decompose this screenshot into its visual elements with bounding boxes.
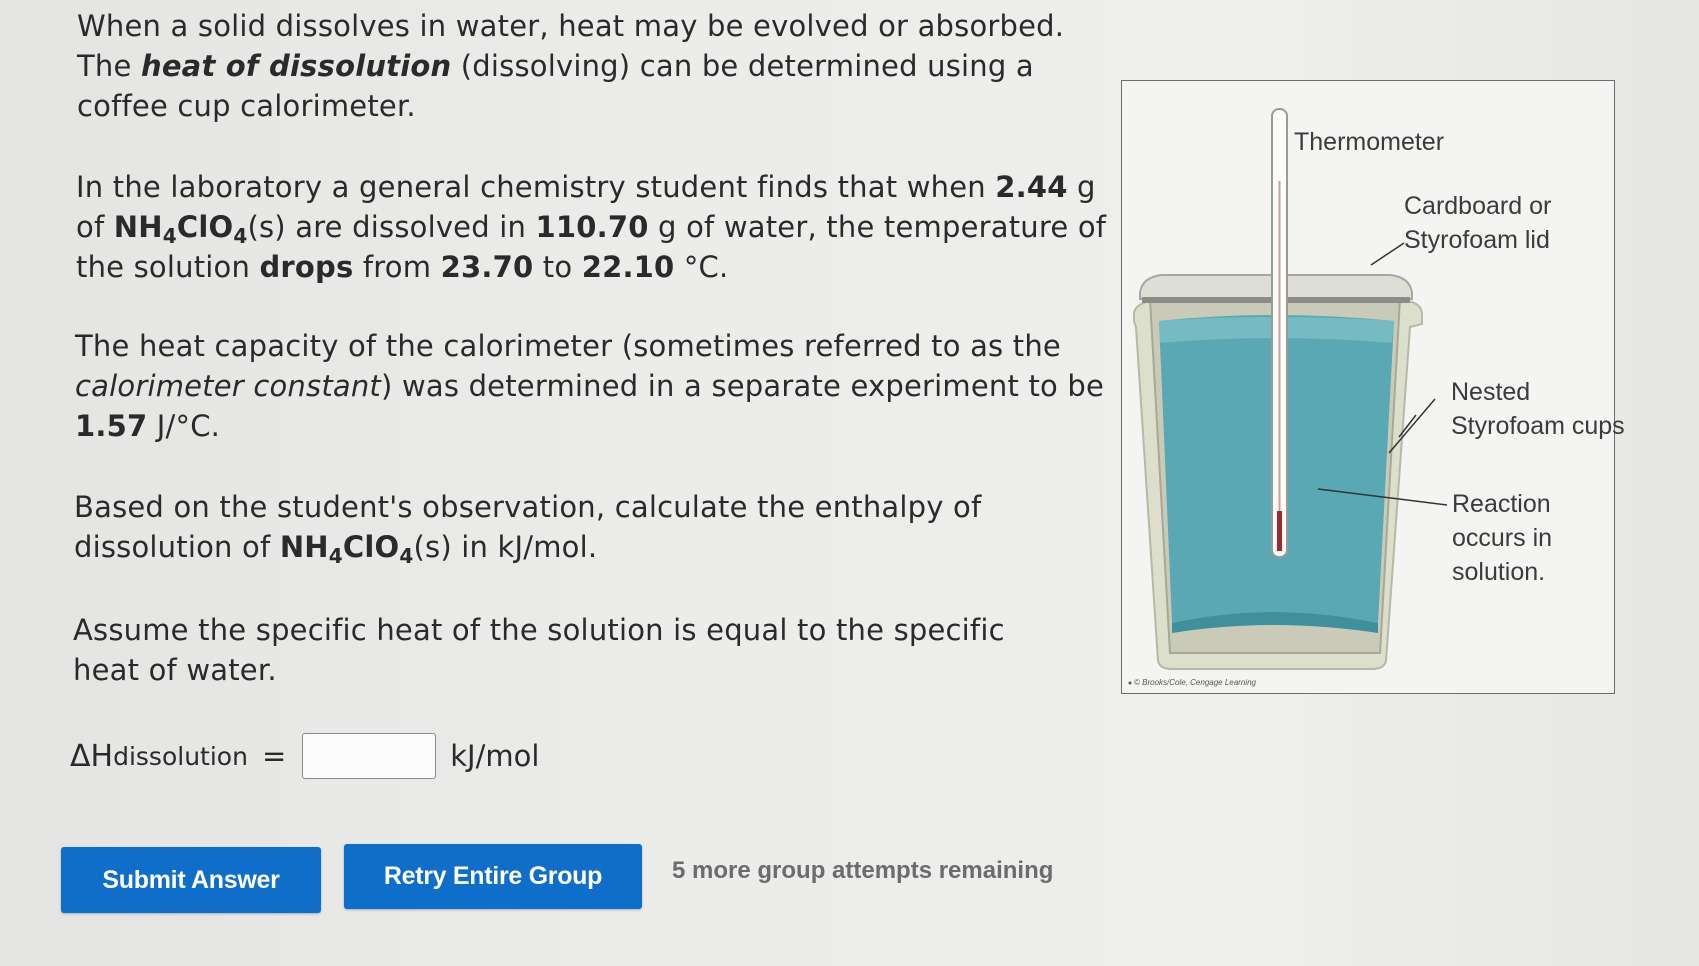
calorimeter-figure: Thermometer Cardboard or Styrofoam lid N…: [1121, 80, 1625, 694]
lid-label-line2: Styrofoam lid: [1404, 226, 1550, 254]
compound-formula-question: NH4ClO4: [279, 530, 414, 568]
experiment-paragraph: In the laboratory a general chemistry st…: [76, 170, 1107, 284]
water-mass: 110.70: [535, 210, 649, 244]
heat-of-dissolution-term: heat of dissolution: [140, 49, 452, 83]
solute-mass: 2.44: [995, 170, 1068, 204]
temperature-direction: drops: [259, 250, 354, 284]
calorimeter-constant-paragraph: The heat capacity of the calorimeter (so…: [75, 329, 1105, 443]
calorimeter-diagram: [1128, 108, 1448, 685]
final-temperature: 22.10: [581, 250, 675, 284]
reaction-label-line2: occurs in: [1452, 524, 1553, 552]
reaction-label-line3: solution.: [1452, 558, 1546, 586]
question-paragraph: Based on the student's observation, calc…: [74, 490, 982, 568]
delta-h-symbol: ΔH: [70, 738, 114, 774]
assumption-paragraph: Assume the specific heat of the solution…: [73, 613, 1005, 687]
cups-label-line2: Styrofoam cups: [1451, 412, 1625, 440]
compound-formula: NH4ClO4: [113, 210, 248, 248]
retry-entire-group-button[interactable]: Retry Entire Group: [344, 844, 642, 909]
submit-answer-button[interactable]: Submit Answer: [61, 847, 321, 913]
image-credit: © Brooks/Cole, Cengage Learning: [1134, 678, 1256, 687]
initial-temperature: 23.70: [440, 250, 534, 284]
equals-sign: =: [261, 739, 287, 773]
attempts-remaining-text: 5 more group attempts remaining: [672, 857, 1054, 884]
reaction-label-line1: Reaction: [1452, 490, 1551, 518]
enthalpy-answer-input[interactable]: [302, 733, 437, 779]
calorimeter-constant-term: calorimeter constant: [75, 369, 382, 403]
answer-row: ΔH dissolution = kJ/mol: [70, 728, 539, 784]
lid-label-line1: Cardboard or: [1404, 192, 1552, 220]
thermometer-label: Thermometer: [1294, 128, 1445, 156]
cups-label-line1: Nested: [1451, 378, 1531, 406]
calorimeter-constant-value: 1.57: [75, 409, 148, 443]
delta-h-subscript: dissolution: [113, 741, 248, 771]
answer-unit: kJ/mol: [450, 739, 540, 773]
intro-paragraph: When a solid dissolves in water, heat ma…: [77, 9, 1065, 123]
